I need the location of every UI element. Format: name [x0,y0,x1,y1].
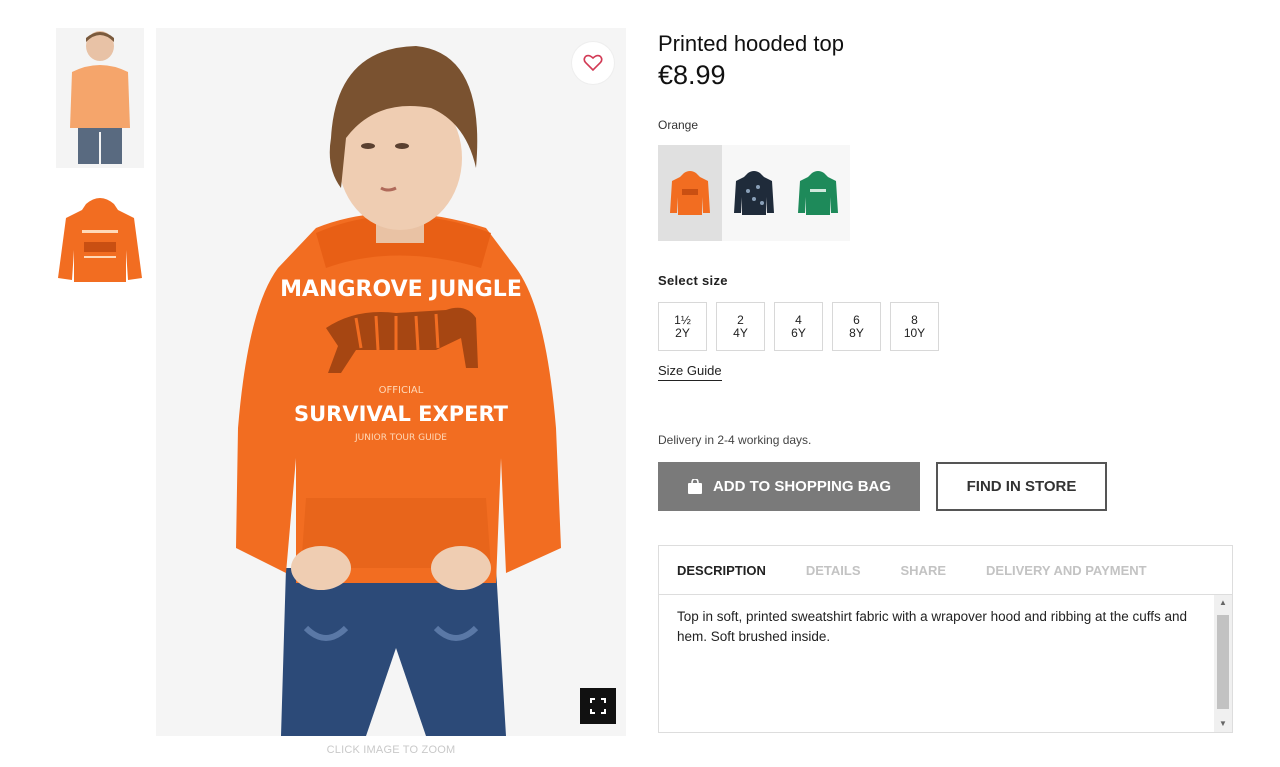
size-age: 6 [853,312,860,327]
description-content: Top in soft, printed sweatshirt fabric w… [659,595,1232,732]
expand-icon [590,698,606,714]
print-line-4: JUNIOR TOUR GUIDE [354,433,447,443]
size-year: 2Y [675,325,690,340]
print-line-3: SURVIVAL EXPERT [294,402,509,426]
swatch-green[interactable] [786,145,850,241]
product-tabs: DESCRIPTION DETAILS SHARE DELIVERY AND P… [659,546,1232,595]
scroll-thumb[interactable] [1217,615,1229,709]
swatch-orange[interactable] [658,145,722,241]
hoodie-icon [670,171,710,215]
thumbnail-list [56,28,148,312]
size-option[interactable]: 8 10Y [890,302,939,351]
description-text: Top in soft, printed sweatshirt fabric w… [677,609,1188,644]
tab-description[interactable]: DESCRIPTION [677,563,766,578]
add-to-bag-label: ADD TO SHOPPING BAG [712,478,892,495]
delivery-info: Delivery in 2-4 working days. [658,433,812,447]
heart-icon [583,54,603,72]
select-size-label: Select size [658,273,728,288]
scroll-down-arrow-icon[interactable]: ▼ [1214,716,1232,732]
size-age: 8 [911,312,918,327]
zoom-hint: CLICK IMAGE TO ZOOM [326,744,456,756]
zoom-button[interactable] [580,688,616,724]
product-tabs-panel: DESCRIPTION DETAILS SHARE DELIVERY AND P… [658,545,1233,733]
print-line-1: MANGROVE JUNGLE [280,277,522,302]
size-option[interactable]: 2 4Y [716,302,765,351]
product-price: €8.99 [658,60,726,90]
model-photo: MANGROVE JUNGLE OFFICIAL SURVIVAL EXPERT… [156,28,626,736]
thumbnail-product-image [56,190,144,290]
description-scrollbar[interactable]: ▲ ▼ [1214,595,1232,732]
tab-delivery-payment[interactable]: DELIVERY AND PAYMENT [986,563,1147,578]
main-product-image[interactable]: MANGROVE JUNGLE OFFICIAL SURVIVAL EXPERT… [156,28,626,736]
swatch-navy[interactable] [722,145,786,241]
thumbnail-model-image [56,28,144,168]
tab-share[interactable]: SHARE [901,563,947,578]
thumbnail-product[interactable] [56,190,144,290]
print-line-2: OFFICIAL [379,385,424,396]
shopping-bag-icon [687,479,702,494]
scroll-up-arrow-icon[interactable]: ▲ [1214,595,1232,611]
size-age: 1½ [674,312,691,327]
color-swatches [658,145,1238,241]
size-year: 8Y [849,325,864,340]
size-age: 2 [737,312,744,327]
thumbnail-model[interactable] [56,28,144,168]
tab-details[interactable]: DETAILS [806,563,861,578]
size-year: 4Y [733,325,748,340]
favorite-button[interactable] [572,42,614,84]
size-guide-link[interactable]: Size Guide [658,363,722,381]
product-info: Printed hooded top €8.99 Orange Select s… [658,30,1238,511]
size-year: 6Y [791,325,806,340]
selected-color-label: Orange [658,118,699,132]
hoodie-icon [798,171,838,215]
size-year: 10Y [903,325,926,340]
add-to-bag-button[interactable]: ADD TO SHOPPING BAG [658,462,920,511]
size-option[interactable]: 1½ 2Y [658,302,707,351]
find-in-store-button[interactable]: FIND IN STORE [936,462,1107,511]
hoodie-icon [734,171,774,215]
size-option[interactable]: 4 6Y [774,302,823,351]
size-options: 1½ 2Y 2 4Y 4 6Y 6 8Y 8 10Y [658,302,1238,351]
size-age: 4 [795,312,802,327]
size-option[interactable]: 6 8Y [832,302,881,351]
product-title: Printed hooded top [658,31,844,56]
purchase-actions: ADD TO SHOPPING BAG FIND IN STORE [658,462,1238,511]
